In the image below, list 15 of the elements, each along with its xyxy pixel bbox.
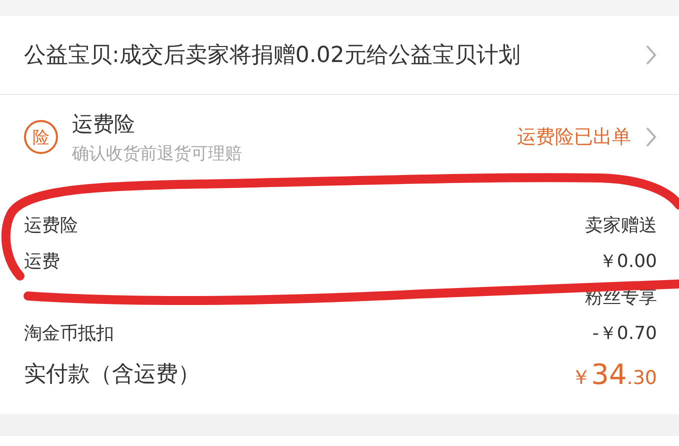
fee-label: 运费险 bbox=[24, 214, 78, 237]
charity-notice: 公益宝贝:成交后卖家将捐赠0.02元给公益宝贝计划 bbox=[24, 42, 520, 70]
fee-label: 运费 bbox=[24, 250, 60, 273]
insurance-subtitle: 确认收货前退货可理赔 bbox=[72, 142, 243, 164]
fee-value: ￥0.00 bbox=[598, 250, 657, 273]
total-amount: ￥34.30 bbox=[571, 358, 657, 390]
total-label: 实付款（含运费） bbox=[24, 361, 200, 389]
fee-label: 淘金币抵扣 bbox=[24, 322, 114, 345]
insurance-title: 运费险 bbox=[72, 110, 136, 138]
chevron-right-icon[interactable] bbox=[645, 126, 657, 148]
chevron-right-icon[interactable] bbox=[645, 44, 657, 66]
fee-value: -￥0.70 bbox=[592, 322, 657, 345]
insurance-status[interactable]: 运费险已出单 bbox=[517, 124, 631, 150]
insurance-icon: 险 bbox=[24, 120, 58, 154]
fee-value: 卖家赠送 bbox=[585, 214, 657, 237]
